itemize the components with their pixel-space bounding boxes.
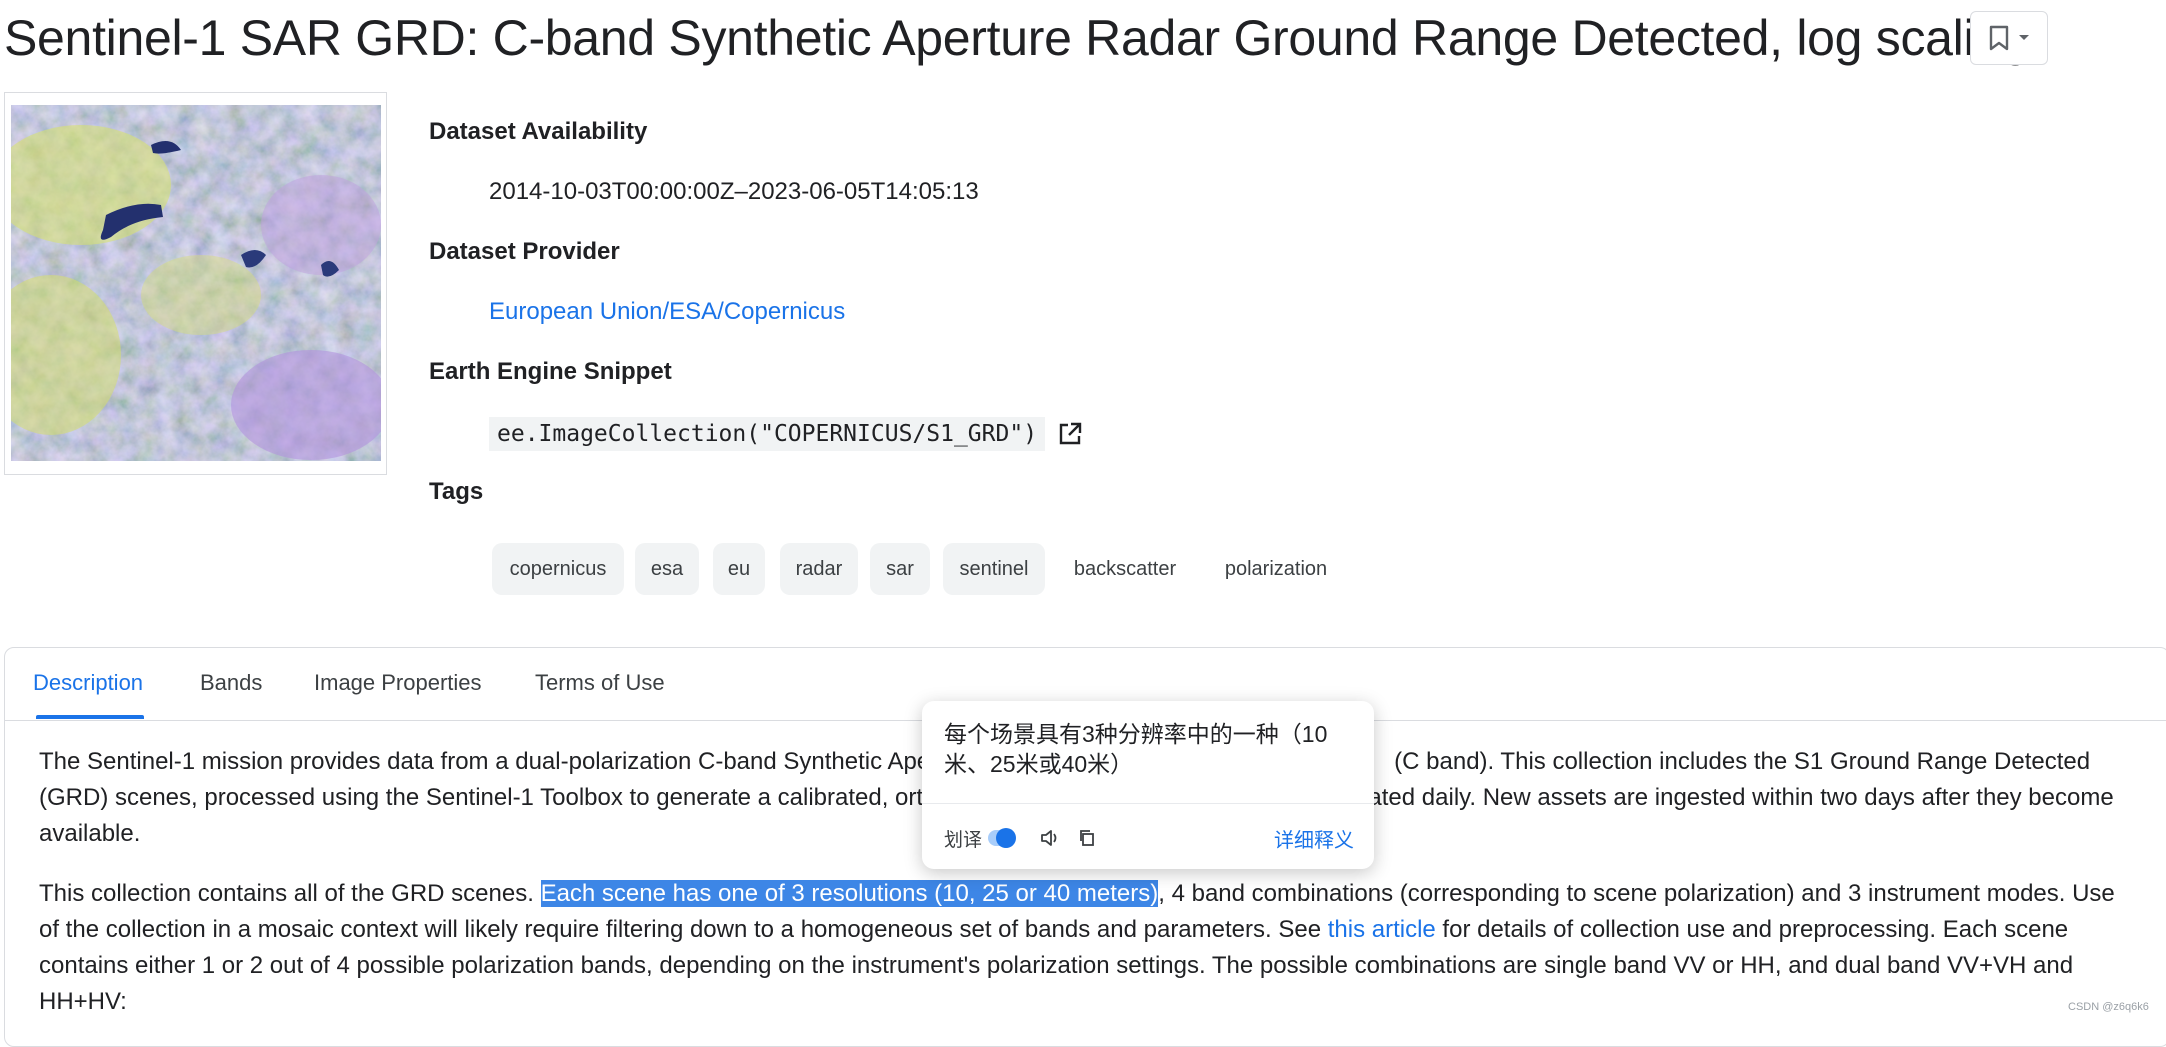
provider-link[interactable]: European Union/ESA/Copernicus [489,298,845,326]
article-link[interactable]: this article [1328,916,1436,943]
tab-description[interactable]: Description [33,670,143,696]
tag-copernicus[interactable]: copernicus [492,543,624,595]
snippet-label: Earth Engine Snippet [429,358,672,385]
watermark: CSDN @z6q6k6 [2068,1001,2149,1013]
detail-link[interactable]: 详细释义 [1274,824,1354,853]
bookmark-button[interactable] [1970,11,2048,65]
tag-sentinel[interactable]: sentinel [943,543,1045,595]
availability-label: Dataset Availability [429,118,648,145]
tab-terms-of-use[interactable]: Terms of Use [535,670,665,696]
page-title: Sentinel-1 SAR GRD: C-band Synthetic Ape… [4,10,2030,66]
provider-label: Dataset Provider [429,238,620,265]
popup-divider [922,803,1374,804]
popup-footer: 划译 详细释义 [944,823,1354,853]
translate-toggle-label: 划译 [944,829,983,851]
availability-value: 2014-10-03T00:00:00Z–2023-06-05T14:05:13 [489,178,979,205]
open-in-new-icon[interactable] [1057,421,1083,447]
tag-polarization[interactable]: polarization [1214,543,1338,595]
bookmark-icon [1989,25,2009,51]
snippet-row: ee.ImageCollection("COPERNICUS/S1_GRD") [489,417,1083,451]
copy-icon[interactable] [1078,829,1096,847]
translate-toggle[interactable] [988,828,1017,848]
tag-eu[interactable]: eu [713,543,765,595]
tag-radar[interactable]: radar [780,543,858,595]
tag-esa[interactable]: esa [635,543,699,595]
snippet-code: ee.ImageCollection("COPERNICUS/S1_GRD") [489,417,1046,451]
tags-label: Tags [429,478,484,505]
tab-bands[interactable]: Bands [200,670,262,696]
tab-image-properties[interactable]: Image Properties [314,670,482,696]
active-tab-indicator [36,715,144,719]
dataset-thumbnail [4,92,387,475]
description-paragraph-2: This collection contains all of the GRD … [39,880,2115,1015]
translation-popup: 每个场景具有3种分辨率中的一种（10米、25米或40米） 划译 详细释义 [922,701,1374,869]
speaker-icon[interactable] [1040,829,1060,847]
tag-backscatter[interactable]: backscatter [1060,543,1190,595]
translation-text: 每个场景具有3种分辨率中的一种（10米、25米或40米） [944,721,1328,777]
selected-text[interactable]: Each scene has one of 3 resolutions (10,… [540,880,1159,907]
sar-preview-image [11,105,381,461]
chevron-down-icon [2019,35,2029,40]
tag-sar[interactable]: sar [870,543,930,595]
